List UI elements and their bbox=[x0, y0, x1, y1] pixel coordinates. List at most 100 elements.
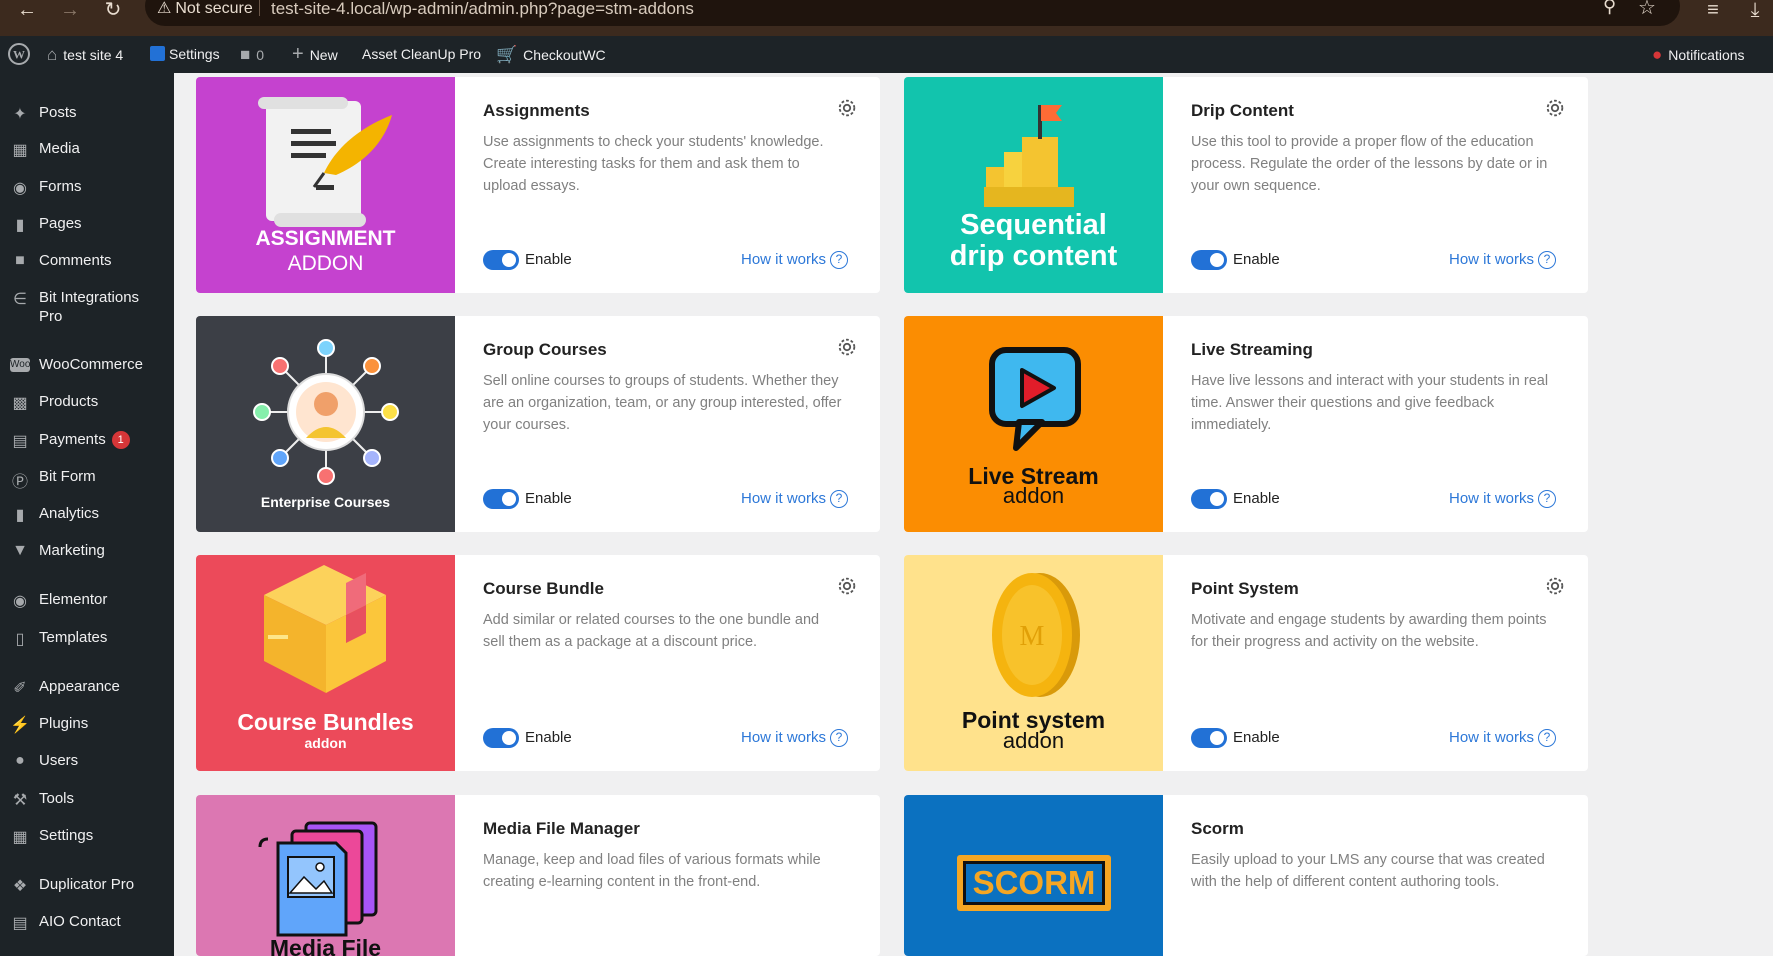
reload-icon[interactable]: ↻ bbox=[98, 0, 128, 22]
settings-link[interactable]: Settings bbox=[150, 36, 220, 73]
svg-text:W: W bbox=[13, 48, 25, 62]
settings-gear-icon[interactable] bbox=[836, 575, 858, 597]
addon-description: Use this tool to provide a proper flow o… bbox=[1191, 134, 1548, 194]
sidebar-label: Payments 1 bbox=[39, 431, 130, 449]
checkoutwc-label: CheckoutWC bbox=[523, 47, 606, 63]
comments-link[interactable]: ■ 0 bbox=[240, 36, 264, 73]
forms-icon: ◉ bbox=[13, 180, 27, 197]
how-it-works-link[interactable]: How it works? bbox=[741, 490, 849, 508]
settings-gear-icon[interactable] bbox=[836, 97, 858, 119]
sidebar-item-appearance[interactable]: ✐ Appearance bbox=[0, 670, 174, 704]
sidebar-label: Marketing bbox=[39, 542, 105, 559]
sidebar-item-duplicator-pro[interactable]: ❖ Duplicator Pro bbox=[0, 868, 174, 902]
sidebar-item-elementor[interactable]: ◉ Elementor bbox=[0, 583, 174, 617]
scorm-logo-frame: SCORM bbox=[957, 855, 1111, 911]
forward-icon[interactable]: → bbox=[55, 0, 85, 22]
zoom-icon[interactable]: ⚲ bbox=[1603, 0, 1616, 17]
contact-icon: ▤ bbox=[12, 915, 28, 932]
addon-description: Easily upload to your LMS any course tha… bbox=[1191, 852, 1545, 890]
how-it-works-label: How it works bbox=[741, 490, 827, 507]
enable-toggle[interactable] bbox=[483, 489, 519, 509]
notifications-label: Notifications bbox=[1668, 47, 1745, 63]
sidebar-item-plugins[interactable]: ⚡ Plugins bbox=[0, 707, 174, 741]
addon-title: Course Bundle bbox=[483, 579, 604, 598]
sidebar-label: Posts bbox=[39, 104, 77, 121]
payments-icon: ▤ bbox=[12, 433, 28, 450]
enable-toggle[interactable] bbox=[1191, 489, 1227, 509]
plus-icon: + bbox=[292, 43, 304, 65]
how-it-works-link[interactable]: How it works? bbox=[1449, 251, 1557, 269]
sidebar-label: Settings bbox=[39, 827, 94, 844]
sidebar-item-bit-form[interactable]: Ⓟ Bit Form bbox=[0, 460, 174, 494]
new-label: New bbox=[309, 47, 338, 63]
sidebar-item-settings[interactable]: ▦ Settings bbox=[0, 819, 174, 853]
how-it-works-link[interactable]: How it works? bbox=[741, 251, 849, 269]
wordpress-logo-icon[interactable]: W bbox=[8, 36, 30, 73]
sidebar-item-marketing[interactable]: ▼ Marketing bbox=[0, 534, 174, 568]
bell-icon: ● bbox=[1652, 45, 1663, 64]
sidebar-item-comments[interactable]: ■ Comments bbox=[0, 244, 174, 278]
how-it-works-link[interactable]: How it works? bbox=[1449, 729, 1557, 747]
sidebar-label: Duplicator Pro bbox=[39, 876, 135, 893]
addon-title: Media File Manager bbox=[483, 819, 640, 838]
security-indicator[interactable]: ⚠ Not secure bbox=[157, 0, 253, 18]
sidebar-item-media[interactable]: ▦ Media bbox=[0, 132, 174, 166]
banner-title: Enterprise Courses bbox=[260, 494, 391, 510]
how-it-works-link[interactable]: How it works? bbox=[1449, 490, 1557, 508]
media-controls-icon[interactable]: ≡ bbox=[1698, 0, 1728, 22]
sidebar-item-templates[interactable]: ▯ Templates bbox=[0, 621, 174, 655]
sidebar-item-users[interactable]: ● Users bbox=[0, 744, 174, 778]
download-icon[interactable]: ⤓ bbox=[1740, 0, 1770, 22]
sidebar-item-woocommerce[interactable]: Woo WooCommerce bbox=[0, 348, 174, 382]
banner-subtitle: addon bbox=[304, 735, 347, 751]
sidebar-item-analytics[interactable]: ▮ Analytics bbox=[0, 497, 174, 531]
url-text[interactable]: test-site-4.local/wp-admin/admin.php?pag… bbox=[271, 0, 694, 18]
sidebar-item-posts[interactable]: ✦ Posts bbox=[0, 96, 174, 130]
sidebar-label: Users bbox=[39, 752, 79, 769]
notifications-link[interactable]: ● Notifications bbox=[1652, 36, 1745, 73]
addon-card-drip-content: Sequential drip content Drip Content Use… bbox=[904, 77, 1588, 293]
enable-toggle[interactable] bbox=[483, 728, 519, 748]
settings-gear-icon[interactable] bbox=[1544, 97, 1566, 119]
asset-cleanup-link[interactable]: Asset CleanUp Pro bbox=[362, 36, 481, 73]
address-bar[interactable]: ⚠ Not secure test-site-4.local/wp-admin/a… bbox=[145, 0, 1680, 26]
enable-toggle[interactable] bbox=[483, 250, 519, 270]
banner-subtitle: ADDON bbox=[287, 252, 364, 275]
question-icon: ? bbox=[830, 729, 849, 747]
sidebar-label: Tools bbox=[39, 790, 75, 807]
settings-gear-icon[interactable] bbox=[1544, 575, 1566, 597]
site-name-link[interactable]: ⌂ test site 4 bbox=[47, 36, 123, 73]
sidebar-item-forms[interactable]: ◉ Forms bbox=[0, 170, 174, 204]
addon-card-course-bundle: Course Bundles addon Course Bundle Add s… bbox=[196, 555, 880, 771]
sidebar-item-tools[interactable]: ⚒ Tools bbox=[0, 782, 174, 816]
sidebar-item-products[interactable]: ▩ Products bbox=[0, 385, 174, 419]
sidebar-label: Products bbox=[39, 393, 99, 410]
sidebar-item-payments[interactable]: ▤ Payments 1 bbox=[0, 423, 174, 457]
how-it-works-link[interactable]: How it works? bbox=[741, 729, 849, 747]
appearance-icon: ✐ bbox=[13, 680, 27, 697]
files-illustration bbox=[258, 821, 378, 937]
addon-title: Live Streaming bbox=[1191, 340, 1313, 359]
addon-title: Group Courses bbox=[483, 340, 607, 359]
plugins-icon: ⚡ bbox=[10, 717, 30, 734]
sidebar-item-pages[interactable]: ▮ Pages bbox=[0, 207, 174, 241]
pages-icon: ▮ bbox=[15, 217, 25, 234]
sidebar-item-bit-integrations[interactable]: ∈ Bit Integrations Pro bbox=[0, 281, 174, 329]
back-icon[interactable]: ← bbox=[12, 0, 42, 22]
sidebar-label: Analytics bbox=[39, 505, 100, 522]
new-content-link[interactable]: + New bbox=[292, 36, 338, 73]
settings-gear-icon[interactable] bbox=[836, 336, 858, 358]
sidebar-label-line2: Pro bbox=[39, 308, 63, 325]
media-icon: ▦ bbox=[12, 142, 28, 159]
sidebar-label: AIO Contact bbox=[39, 913, 121, 930]
enable-toggle[interactable] bbox=[1191, 250, 1227, 270]
sidebar-item-aio-contact[interactable]: ▤ AIO Contact bbox=[0, 905, 174, 939]
checkoutwc-link[interactable]: 🛒 CheckoutWC bbox=[496, 36, 606, 73]
enable-toggle[interactable] bbox=[1191, 728, 1227, 748]
addon-banner-course-bundle: Course Bundles addon bbox=[196, 555, 455, 771]
wp-admin-bar: W ⌂ test site 4 Settings ■ 0 + New Asset Cl… bbox=[0, 36, 1773, 73]
payments-badge: 1 bbox=[111, 431, 130, 449]
bookmark-star-icon[interactable]: ☆ bbox=[1638, 0, 1656, 20]
sidebar-label: Bit Integrations bbox=[39, 289, 140, 306]
url-separator bbox=[259, 0, 260, 16]
